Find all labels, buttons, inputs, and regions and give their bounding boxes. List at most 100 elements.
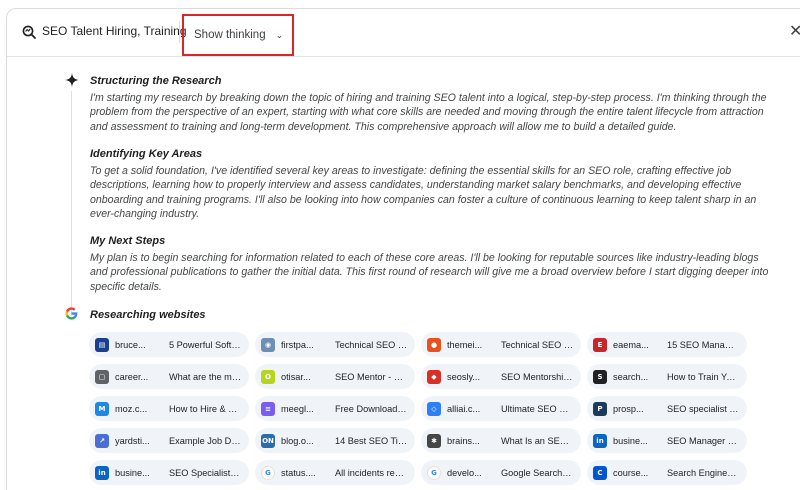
brainstation-favicon-icon: ✱ xyxy=(427,433,441,448)
source-chip[interactable]: ▤ bruce... 5 Powerful Soft S... xyxy=(89,332,249,357)
source-chip[interactable]: ◉ firstpa... Technical SEO vs ... xyxy=(255,332,415,357)
source-chip[interactable]: in busine... SEO Specialist Jo... xyxy=(89,460,249,485)
firstpage-favicon-icon: ◉ xyxy=(261,337,275,352)
show-thinking-label: Show thinking xyxy=(194,29,266,41)
research-search-icon xyxy=(22,25,36,39)
google-icon xyxy=(65,307,78,320)
source-site: busine... xyxy=(613,435,648,446)
thought-body: To get a solid foundation, I've identifi… xyxy=(90,165,757,221)
source-site: yardsti... xyxy=(115,435,150,446)
alliai-favicon-icon: ◇ xyxy=(427,401,441,416)
bruce-favicon-icon: ▤ xyxy=(95,337,109,352)
source-site: otisar... xyxy=(281,371,311,382)
page-title: SEO Talent Hiring, Training xyxy=(42,24,187,38)
source-title: How to Hire & Tra... xyxy=(169,403,241,414)
show-thinking-button[interactable]: Show thinking ⌄ xyxy=(182,14,294,56)
close-icon[interactable]: ✕ xyxy=(789,21,800,41)
source-chip[interactable]: Gstatus.... All incidents repo... xyxy=(255,460,415,485)
source-title: Google Search's ... xyxy=(501,467,573,478)
source-chip[interactable]: Mmoz.c... How to Hire & Tra... xyxy=(89,396,249,421)
source-site: course... xyxy=(613,467,649,478)
source-site: career... xyxy=(115,371,149,382)
panel-header: SEO Talent Hiring, Training Show thinkin… xyxy=(7,9,800,57)
thought-section: Structuring the Research I'm starting my… xyxy=(90,75,775,134)
thought-section: My Next Steps My plan is to begin search… xyxy=(90,235,775,294)
moz-favicon-icon: M xyxy=(95,401,109,416)
source-site: brains... xyxy=(447,435,480,446)
source-chip[interactable]: ✱ brains... What Is an SEO S... xyxy=(421,428,581,453)
onely-favicon-icon: ON xyxy=(261,433,275,448)
thought-heading: Structuring the Research xyxy=(90,75,222,87)
career-favicon-icon: ▢ xyxy=(95,369,109,384)
source-chip[interactable]: Ccourse... Search Engine O... xyxy=(587,460,747,485)
source-site: prosp... xyxy=(613,403,644,414)
yardstick-favicon-icon: ↗ xyxy=(95,433,109,448)
source-title: What are the mos... xyxy=(169,371,241,382)
researching-title: Researching websites xyxy=(90,309,206,321)
source-title: 15 SEO Manager ... xyxy=(667,339,739,350)
source-site: themei... xyxy=(447,339,483,350)
sparkle-icon xyxy=(65,73,79,87)
source-chip[interactable]: Ootisar... SEO Mentor - Per... xyxy=(255,364,415,389)
source-chip[interactable]: ● themei... Technical SEO vs ... xyxy=(421,332,581,357)
source-site: search... xyxy=(613,371,649,382)
source-site: meegl... xyxy=(281,403,314,414)
sej-favicon-icon: S xyxy=(593,369,607,384)
source-chip[interactable]: ≡ meegl... Free Download S... xyxy=(255,396,415,421)
deep-research-panel: SEO Talent Hiring, Training Show thinkin… xyxy=(6,8,800,490)
source-title: SEO specialist jo... xyxy=(667,403,739,414)
linkedin-favicon-icon: in xyxy=(95,465,109,480)
source-chip[interactable]: ON blog.o... 14 Best SEO Tips ... xyxy=(255,428,415,453)
seosly-favicon-icon: ◆ xyxy=(427,369,441,384)
source-title: All incidents repo... xyxy=(335,467,407,478)
source-title: SEO Mentorship -... xyxy=(501,371,573,382)
thought-body: I'm starting my research by breaking dow… xyxy=(90,92,767,133)
source-chip[interactable]: ◇ alliai.c... Ultimate SEO Clie... xyxy=(421,396,581,421)
source-title: SEO Specialist Jo... xyxy=(169,467,241,478)
themeisle-favicon-icon: ● xyxy=(427,337,441,352)
google-favicon-icon: G xyxy=(427,465,441,480)
meegle-favicon-icon: ≡ xyxy=(261,401,275,416)
google-favicon-icon: G xyxy=(261,465,275,480)
linkedin-favicon-icon: in xyxy=(593,433,607,448)
source-chip[interactable]: Eeaema... 15 SEO Manager ... xyxy=(587,332,747,357)
source-title: SEO Mentor - Per... xyxy=(335,371,407,382)
thought-heading: My Next Steps xyxy=(90,235,166,247)
source-chip[interactable]: ▢ career... What are the mos... xyxy=(89,364,249,389)
prospects-favicon-icon: P xyxy=(593,401,607,416)
source-site: bruce... xyxy=(115,339,146,350)
eae-favicon-icon: E xyxy=(593,337,607,352)
coursera-favicon-icon: C xyxy=(593,465,607,480)
source-site: eaema... xyxy=(613,339,649,350)
source-chip[interactable]: ↗ yardsti... Example Job Des... xyxy=(89,428,249,453)
chevron-down-icon: ⌄ xyxy=(275,29,284,40)
thought-heading: Identifying Key Areas xyxy=(90,148,203,160)
header-divider xyxy=(179,21,180,43)
source-site: develo... xyxy=(447,467,482,478)
source-title: How to Train Your... xyxy=(667,371,739,382)
source-title: 14 Best SEO Tips ... xyxy=(335,435,407,446)
source-site: busine... xyxy=(115,467,150,478)
timeline-rail xyxy=(71,91,72,316)
source-title: SEO Manager Job... xyxy=(667,435,739,446)
thought-body: My plan is to begin searching for inform… xyxy=(90,252,769,293)
source-title: What Is an SEO S... xyxy=(501,435,573,446)
source-chip[interactable]: in busine... SEO Manager Job... xyxy=(587,428,747,453)
source-site: blog.o... xyxy=(281,435,314,446)
source-title: Search Engine O... xyxy=(667,467,739,478)
source-chip[interactable]: Gdevelo... Google Search's ... xyxy=(421,460,581,485)
source-title: Technical SEO vs ... xyxy=(335,339,407,350)
source-site: firstpa... xyxy=(281,339,314,350)
source-title: Free Download S... xyxy=(335,403,407,414)
source-site: moz.c... xyxy=(115,403,148,414)
source-chip-grid: ▤ bruce... 5 Powerful Soft S... ◉ firstpa...… xyxy=(89,332,759,485)
source-title: Ultimate SEO Clie... xyxy=(501,403,573,414)
source-site: seosly... xyxy=(447,371,481,382)
source-chip[interactable]: ◆ seosly... SEO Mentorship -... xyxy=(421,364,581,389)
source-site: status.... xyxy=(281,467,316,478)
source-chip[interactable]: Pprosp... SEO specialist jo... xyxy=(587,396,747,421)
otisar-favicon-icon: O xyxy=(261,369,275,384)
source-title: Example Job Des... xyxy=(169,435,241,446)
source-site: alliai.c... xyxy=(447,403,481,414)
source-chip[interactable]: Ssearch... How to Train Your... xyxy=(587,364,747,389)
